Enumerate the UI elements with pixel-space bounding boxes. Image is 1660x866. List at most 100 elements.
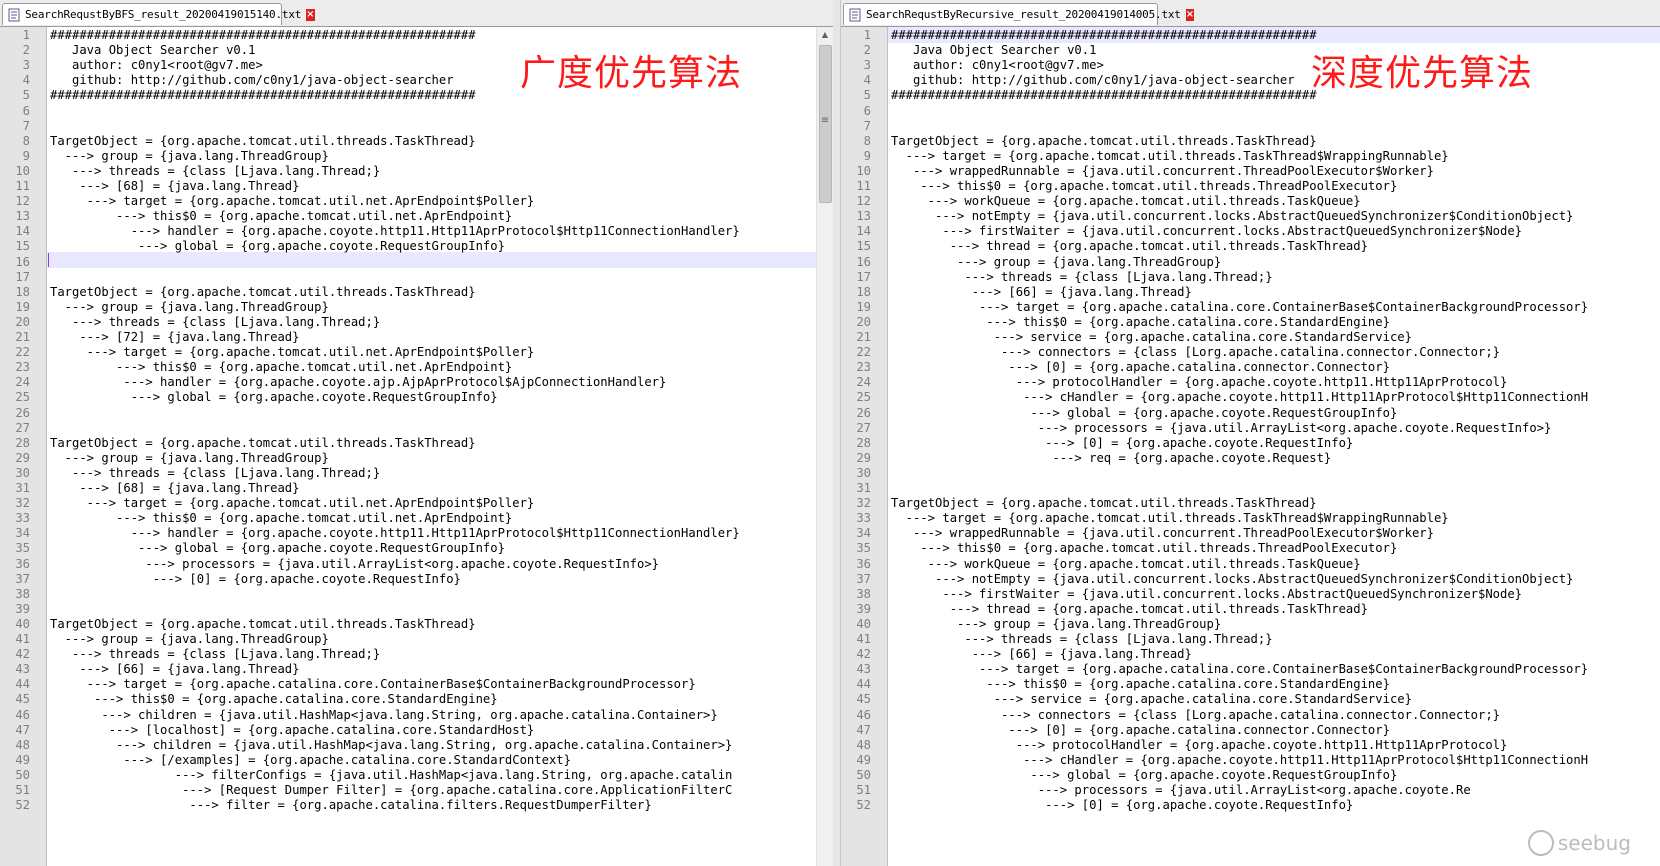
- line-number: 20: [856, 314, 871, 329]
- line-number: 28: [15, 435, 30, 450]
- code-line: ---> this$0 = {org.apache.tomcat.util.ne…: [50, 511, 513, 526]
- line-number: 48: [856, 737, 871, 752]
- code-line: ---> processors = {java.util.ArrayList<o…: [50, 556, 660, 571]
- tab-bfs-result[interactable]: SearchRequstByBFS_result_20200419015140.…: [2, 3, 315, 25]
- line-number: 14: [15, 224, 30, 239]
- code-line: ---> [0] = {org.apache.catalina.connecto…: [891, 722, 1390, 737]
- code-line: ---> global = {org.apache.coyote.Request…: [50, 239, 505, 254]
- line-number: 30: [15, 465, 30, 480]
- code-line: ---> workQueue = {org.apache.tomcat.util…: [891, 194, 1361, 209]
- code-line: ---> this$0 = {org.apache.tomcat.util.th…: [891, 179, 1398, 193]
- line-number: 24: [856, 375, 871, 390]
- close-icon[interactable]: ×: [306, 8, 315, 21]
- code-line: ---> target = {org.apache.catalina.core.…: [891, 299, 1589, 314]
- line-number: 6: [863, 103, 871, 118]
- file-icon: [7, 8, 21, 22]
- line-number: 19: [856, 299, 871, 314]
- code-line: github: http://github.com/c0ny1/java-obj…: [891, 73, 1295, 88]
- line-number: 16: [15, 254, 30, 269]
- code-line: ---> global = {org.apache.coyote.Request…: [50, 541, 505, 556]
- code-line: ---> this$0 = {org.apache.catalina.core.…: [891, 314, 1390, 329]
- left-editor-pane: SearchRequstByBFS_result_20200419015140.…: [0, 0, 834, 866]
- code-line: ---> threads = {class [Ljava.lang.Thread…: [891, 632, 1273, 646]
- right-editor[interactable]: ########################################…: [841, 27, 1660, 866]
- code-line: ---> thread = {org.apache.tomcat.util.th…: [891, 239, 1368, 254]
- line-number: 10: [856, 163, 871, 178]
- seebug-logo-icon: [1527, 830, 1554, 856]
- code-line: author: c0ny1<root@gv7.me>: [50, 58, 263, 73]
- line-number: 31: [856, 481, 871, 495]
- code-line: ---> protocolHandler = {org.apache.coyot…: [891, 737, 1508, 752]
- line-number: 22: [856, 345, 871, 360]
- code-line: ---> filterConfigs = {java.util.HashMap<…: [50, 767, 733, 782]
- code-line: ---> processors = {java.util.ArrayList<o…: [891, 420, 1552, 435]
- code-line: ---> this$0 = {org.apache.catalina.core.…: [50, 692, 498, 707]
- code-line: ---> firstWaiter = {java.util.concurrent…: [891, 586, 1523, 601]
- split-divider[interactable]: [833, 0, 840, 866]
- code-line: ---> [66] = {java.lang.Thread}: [891, 284, 1192, 299]
- right-code-area[interactable]: ########################################…: [888, 27, 1660, 866]
- left-vertical-scrollbar[interactable]: ▲ ≡: [816, 27, 833, 866]
- code-line: ---> [72] = {java.lang.Thread}: [50, 330, 300, 344]
- code-line: TargetObject = {org.apache.tomcat.util.t…: [891, 496, 1317, 511]
- code-line: ---> group = {java.lang.ThreadGroup}: [50, 148, 329, 163]
- code-line: ---> target = {org.apache.catalina.core.…: [50, 677, 696, 692]
- line-number: 17: [15, 269, 30, 284]
- code-line: ---> req = {org.apache.coyote.Request}: [891, 450, 1332, 465]
- scroll-up-arrow-icon[interactable]: ▲: [817, 27, 833, 43]
- line-number: 37: [15, 571, 30, 586]
- code-line: ---> [66] = {java.lang.Thread}: [50, 662, 300, 677]
- line-number: 16: [856, 254, 871, 269]
- line-number: 25: [15, 390, 30, 405]
- code-line: ---> connectors = {class [Lorg.apache.ca…: [891, 345, 1501, 360]
- line-number: 45: [15, 692, 30, 707]
- code-line: ---> handler = {org.apache.coyote.ajp.Aj…: [50, 375, 667, 390]
- line-number: 35: [15, 541, 30, 556]
- line-number: 1: [22, 28, 30, 42]
- code-line: ---> group = {java.lang.ThreadGroup}: [891, 254, 1222, 269]
- tab-recursive-result[interactable]: SearchRequstByRecursive_result_202004190…: [843, 3, 1195, 25]
- left-tab-bar: SearchRequstByBFS_result_20200419015140.…: [0, 0, 833, 27]
- line-number: 50: [856, 767, 871, 782]
- bfs-overlay-label: 广度优先算法: [520, 53, 743, 94]
- line-number: 40: [15, 616, 30, 631]
- line-number: 24: [15, 375, 30, 390]
- dfs-overlay-label: 深度优先算法: [1311, 53, 1534, 94]
- code-line: ---> group = {java.lang.ThreadGroup}: [50, 632, 329, 646]
- line-number: 22: [15, 345, 30, 360]
- line-number: 40: [856, 616, 871, 631]
- line-number: 28: [856, 435, 871, 450]
- grip-icon: ≡: [820, 115, 830, 126]
- line-number: 36: [15, 556, 30, 571]
- line-number: 37: [856, 571, 871, 586]
- code-line: ########################################…: [891, 28, 1317, 42]
- code-line: ---> [68] = {java.lang.Thread}: [50, 481, 300, 495]
- line-number: 47: [856, 722, 871, 737]
- code-line: ########################################…: [50, 88, 476, 103]
- code-line: ---> global = {org.apache.coyote.Request…: [50, 390, 498, 405]
- code-line: ########################################…: [50, 28, 476, 42]
- line-number: 12: [856, 194, 871, 209]
- code-line: ########################################…: [891, 88, 1317, 103]
- code-line: ---> target = {org.apache.tomcat.util.th…: [891, 148, 1449, 163]
- line-number: 25: [856, 390, 871, 405]
- code-line: ---> service = {org.apache.catalina.core…: [891, 692, 1412, 707]
- line-number: 34: [15, 526, 30, 541]
- line-number: 15: [15, 239, 30, 254]
- left-code-area[interactable]: ########################################…: [47, 27, 816, 866]
- code-line: Java Object Searcher v0.1: [891, 43, 1097, 58]
- line-number: 23: [856, 360, 871, 375]
- line-number: 9: [22, 148, 30, 163]
- left-editor[interactable]: ########################################…: [0, 27, 833, 866]
- close-icon[interactable]: ×: [1185, 8, 1195, 21]
- code-line: ---> this$0 = {org.apache.tomcat.util.ne…: [50, 360, 513, 375]
- line-number: 33: [15, 511, 30, 526]
- line-number: 11: [15, 179, 30, 193]
- line-number: 31: [15, 481, 30, 495]
- line-number: 44: [856, 677, 871, 692]
- line-number: 43: [15, 662, 30, 677]
- line-number: 27: [856, 420, 871, 435]
- line-number: 13: [15, 209, 30, 224]
- code-line: TargetObject = {org.apache.tomcat.util.t…: [50, 284, 476, 299]
- line-number: 39: [15, 601, 30, 616]
